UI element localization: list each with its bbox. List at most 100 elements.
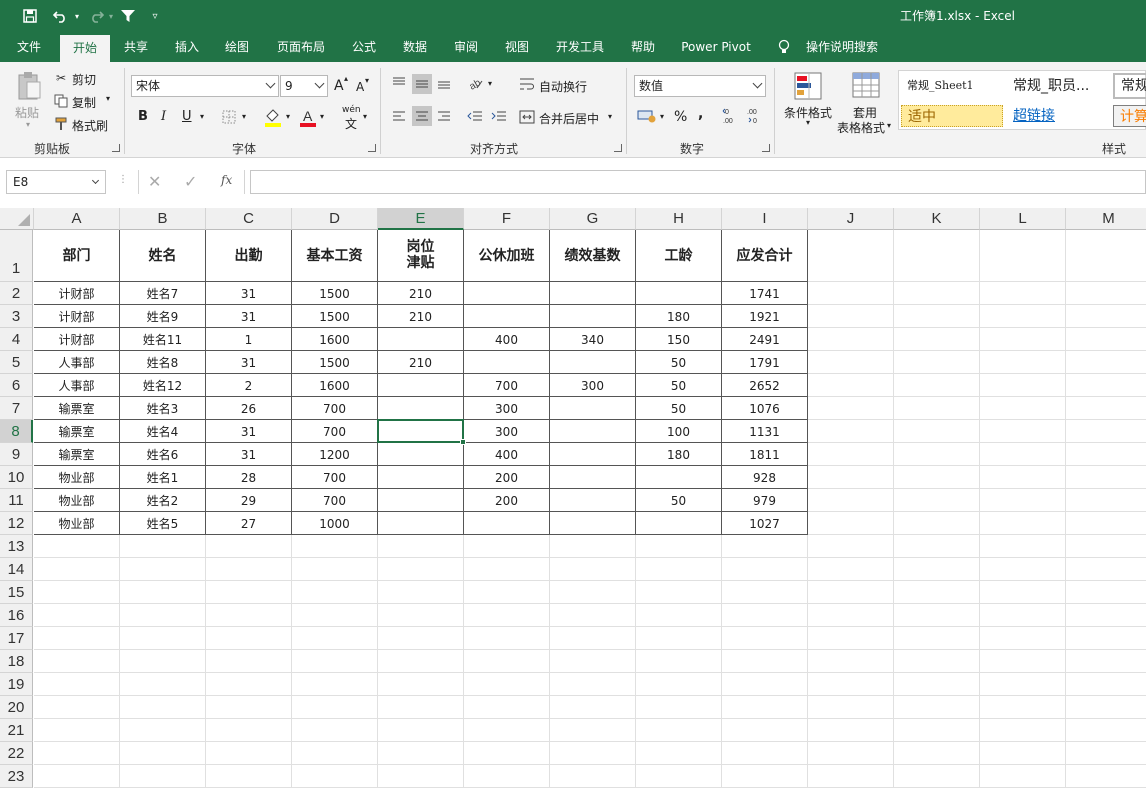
- cell-g4[interactable]: 340: [550, 328, 636, 351]
- cell-h6[interactable]: 50: [636, 374, 722, 397]
- column-header-k[interactable]: K: [894, 208, 980, 230]
- row-header-21[interactable]: 21: [0, 719, 33, 742]
- cell-i22[interactable]: [722, 742, 808, 765]
- cell-e13[interactable]: [378, 535, 464, 558]
- cell-d14[interactable]: [292, 558, 378, 581]
- cell-j3[interactable]: [808, 305, 894, 328]
- cell-h4[interactable]: 150: [636, 328, 722, 351]
- column-header-g[interactable]: G: [550, 208, 636, 230]
- cell-i15[interactable]: [722, 581, 808, 604]
- cell-d11[interactable]: 700: [292, 489, 378, 512]
- cell-c9[interactable]: 31: [206, 443, 292, 466]
- cell-h19[interactable]: [636, 673, 722, 696]
- tab-home[interactable]: 开始: [60, 35, 110, 62]
- bold-button[interactable]: B: [138, 109, 148, 124]
- cell-e2[interactable]: 210: [378, 282, 464, 305]
- cell-f9[interactable]: 400: [464, 443, 550, 466]
- cell-k14[interactable]: [894, 558, 980, 581]
- paste-icon[interactable]: [14, 68, 44, 104]
- cell-d4[interactable]: 1600: [292, 328, 378, 351]
- align-bottom-icon[interactable]: [435, 74, 453, 92]
- tab-insert[interactable]: 插入: [166, 32, 208, 62]
- cell-f7[interactable]: 300: [464, 397, 550, 420]
- cell-c16[interactable]: [206, 604, 292, 627]
- cell-e14[interactable]: [378, 558, 464, 581]
- cell-c8[interactable]: 31: [206, 420, 292, 443]
- cell-c1[interactable]: 出勤: [206, 230, 292, 282]
- cell-k13[interactable]: [894, 535, 980, 558]
- cell-b10[interactable]: 姓名1: [120, 466, 206, 489]
- row-header-7[interactable]: 7: [0, 397, 33, 420]
- cell-i10[interactable]: 928: [722, 466, 808, 489]
- cell-i4[interactable]: 2491: [722, 328, 808, 351]
- enter-icon[interactable]: ✓: [184, 172, 197, 191]
- cell-b18[interactable]: [120, 650, 206, 673]
- cell-e23[interactable]: [378, 765, 464, 788]
- cell-l6[interactable]: [980, 374, 1066, 397]
- row-header-16[interactable]: 16: [0, 604, 33, 627]
- row-header-6[interactable]: 6: [0, 374, 33, 397]
- filter-icon[interactable]: [118, 6, 138, 26]
- cell-a11[interactable]: 物业部: [34, 489, 120, 512]
- cell-i7[interactable]: 1076: [722, 397, 808, 420]
- cell-e10[interactable]: [378, 466, 464, 489]
- select-all-corner[interactable]: [0, 208, 34, 230]
- cell-d21[interactable]: [292, 719, 378, 742]
- cell-h7[interactable]: 50: [636, 397, 722, 420]
- cell-e4[interactable]: [378, 328, 464, 351]
- cell-i5[interactable]: 1791: [722, 351, 808, 374]
- cell-a23[interactable]: [34, 765, 120, 788]
- row-header-3[interactable]: 3: [0, 305, 33, 328]
- cell-i19[interactable]: [722, 673, 808, 696]
- cell-g13[interactable]: [550, 535, 636, 558]
- cell-f20[interactable]: [464, 696, 550, 719]
- cell-c5[interactable]: 31: [206, 351, 292, 374]
- cell-m21[interactable]: [1066, 719, 1146, 742]
- cell-k11[interactable]: [894, 489, 980, 512]
- cell-c19[interactable]: [206, 673, 292, 696]
- cell-m23[interactable]: [1066, 765, 1146, 788]
- phonetic-dropdown-icon[interactable]: ▾: [363, 112, 367, 121]
- cell-k15[interactable]: [894, 581, 980, 604]
- cell-l19[interactable]: [980, 673, 1066, 696]
- cell-f11[interactable]: 200: [464, 489, 550, 512]
- row-header-18[interactable]: 18: [0, 650, 33, 673]
- currency-icon[interactable]: [636, 107, 658, 125]
- row-header-22[interactable]: 22: [0, 742, 33, 765]
- cell-a16[interactable]: [34, 604, 120, 627]
- cell-d7[interactable]: 700: [292, 397, 378, 420]
- cell-i9[interactable]: 1811: [722, 443, 808, 466]
- cell-g12[interactable]: [550, 512, 636, 535]
- cell-d9[interactable]: 1200: [292, 443, 378, 466]
- cell-g8[interactable]: [550, 420, 636, 443]
- cell-j20[interactable]: [808, 696, 894, 719]
- cell-m13[interactable]: [1066, 535, 1146, 558]
- cell-k21[interactable]: [894, 719, 980, 742]
- row-header-20[interactable]: 20: [0, 696, 33, 719]
- cell-c2[interactable]: 31: [206, 282, 292, 305]
- cell-e6[interactable]: [378, 374, 464, 397]
- cell-h14[interactable]: [636, 558, 722, 581]
- row-header-17[interactable]: 17: [0, 627, 33, 650]
- orientation-dropdown-icon[interactable]: ▾: [488, 79, 492, 88]
- cell-l11[interactable]: [980, 489, 1066, 512]
- cell-b8[interactable]: 姓名4: [120, 420, 206, 443]
- cell-m11[interactable]: [1066, 489, 1146, 512]
- cell-d12[interactable]: 1000: [292, 512, 378, 535]
- cell-e16[interactable]: [378, 604, 464, 627]
- merge-center-button[interactable]: 合并后居中: [539, 110, 599, 127]
- cell-a14[interactable]: [34, 558, 120, 581]
- cell-g2[interactable]: [550, 282, 636, 305]
- cell-l15[interactable]: [980, 581, 1066, 604]
- row-header-11[interactable]: 11: [0, 489, 33, 512]
- cell-f16[interactable]: [464, 604, 550, 627]
- cell-g16[interactable]: [550, 604, 636, 627]
- style-calculation[interactable]: 计算: [1113, 105, 1146, 127]
- column-header-b[interactable]: B: [120, 208, 206, 230]
- cell-c11[interactable]: 29: [206, 489, 292, 512]
- cell-i17[interactable]: [722, 627, 808, 650]
- row-header-19[interactable]: 19: [0, 673, 33, 696]
- cell-f6[interactable]: 700: [464, 374, 550, 397]
- cell-e15[interactable]: [378, 581, 464, 604]
- paste-button[interactable]: 粘贴: [15, 104, 39, 121]
